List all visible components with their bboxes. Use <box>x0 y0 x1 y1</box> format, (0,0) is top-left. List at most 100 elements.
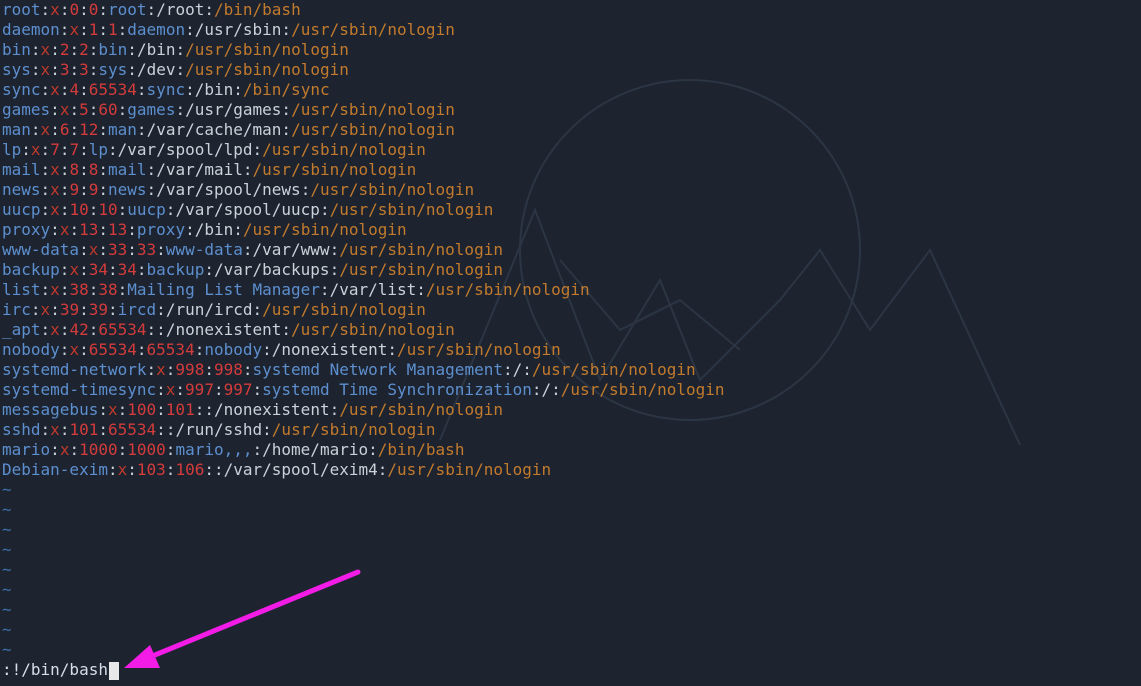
gid: 3 <box>79 60 89 79</box>
gecos: sys <box>98 60 128 79</box>
field-separator: : <box>146 0 157 19</box>
gid: 998 <box>213 360 243 379</box>
field-separator: : <box>522 360 532 379</box>
password-field: x <box>40 40 51 59</box>
field-separator: : <box>59 420 70 439</box>
password-field: x <box>88 240 99 259</box>
field-separator: : <box>165 440 176 459</box>
field-separator: : <box>117 200 128 219</box>
field-separator: : <box>88 280 99 299</box>
field-separator: : <box>108 140 118 159</box>
field-separator: : <box>156 240 166 259</box>
field-separator: : <box>98 240 108 259</box>
uid: 42 <box>69 320 89 339</box>
password-field: x <box>50 200 60 219</box>
field-separator: : <box>127 460 137 479</box>
field-separator: : <box>40 280 51 299</box>
field-separator: : <box>40 160 51 179</box>
passwd-line: mail:x:8:8:mail:/var/mail:/usr/sbin/nolo… <box>2 160 725 180</box>
field-separator: : <box>59 20 70 39</box>
field-separator: : <box>79 80 89 99</box>
username: _apt <box>2 320 41 339</box>
field-separator: : <box>79 240 89 259</box>
password-field: x <box>50 80 60 99</box>
field-separator: : <box>204 0 214 19</box>
empty-line-marker: ~ <box>2 480 12 499</box>
username: man <box>2 120 31 139</box>
home-dir: /dev <box>136 60 176 79</box>
field-separator: : <box>79 140 89 159</box>
field-separator: : <box>98 120 109 139</box>
uid: 1000 <box>79 440 118 459</box>
field-separator: : <box>156 320 166 339</box>
command-text[interactable]: :!/bin/bash <box>2 660 108 679</box>
home-dir: /root <box>156 0 205 19</box>
gid: 38 <box>98 280 118 299</box>
password-field: x <box>69 260 80 279</box>
field-separator: : <box>79 20 89 39</box>
field-separator: : <box>59 260 70 279</box>
password-field: x <box>50 320 60 339</box>
username: list <box>2 280 41 299</box>
passwd-line: systemd-timesync:x:997:997:systemd Time … <box>2 380 725 400</box>
field-separator: : <box>156 300 166 319</box>
field-separator: : <box>242 160 253 179</box>
gecos: daemon <box>127 20 186 39</box>
field-separator: : <box>551 380 561 399</box>
empty-line-marker: ~ <box>2 520 12 539</box>
gecos: root <box>108 0 147 19</box>
field-separator: : <box>40 80 51 99</box>
field-separator: : <box>69 40 80 59</box>
gecos: nobody <box>204 340 263 359</box>
field-separator: : <box>107 260 118 279</box>
field-separator: : <box>117 280 128 299</box>
field-separator: : <box>156 380 166 399</box>
uid: 10 <box>69 200 89 219</box>
gecos: mario,,, <box>175 440 253 459</box>
username: sshd <box>2 420 41 439</box>
empty-line-marker: ~ <box>2 560 12 579</box>
field-separator: : <box>194 400 205 419</box>
password-field: x <box>59 100 70 119</box>
field-separator: : <box>40 420 51 439</box>
passwd-line: uucp:x:10:10:uucp:/var/spool/uucp:/usr/s… <box>2 200 725 220</box>
field-separator: : <box>88 100 99 119</box>
field-separator: : <box>50 60 60 79</box>
uid: 65534 <box>88 340 137 359</box>
text-cursor <box>108 661 119 680</box>
field-separator: : <box>204 360 214 379</box>
uid: 998 <box>175 360 205 379</box>
field-separator: : <box>50 120 60 139</box>
uid: 100 <box>127 400 157 419</box>
home-dir: /run/sshd <box>175 420 263 439</box>
home-dir: /var/backups <box>213 260 330 279</box>
field-separator: : <box>30 40 41 59</box>
home-dir: /var/spool/lpd <box>117 140 253 159</box>
passwd-line: nobody:x:65534:65534:nobody:/nonexistent… <box>2 340 725 360</box>
password-field: x <box>40 60 51 79</box>
field-separator: : <box>50 220 60 239</box>
field-separator: : <box>98 160 109 179</box>
empty-line-marker: ~ <box>2 580 12 599</box>
username: games <box>2 100 51 119</box>
password-field: x <box>69 340 80 359</box>
passwd-line: systemd-network:x:998:998:systemd Networ… <box>2 360 725 380</box>
field-separator: : <box>262 340 272 359</box>
field-separator: : <box>50 440 60 459</box>
uid: 4 <box>69 80 80 99</box>
field-separator: : <box>98 0 109 19</box>
login-shell: /bin/sync <box>242 80 330 99</box>
gid: 9 <box>88 180 99 199</box>
vim-command-line[interactable]: :!/bin/bash <box>2 660 119 680</box>
uid: 101 <box>69 420 99 439</box>
login-shell: /usr/sbin/nologin <box>329 200 494 219</box>
vim-buffer[interactable]: root:x:0:0:root:/root:/bin/bash daemon:x:… <box>2 0 725 660</box>
field-separator: : <box>233 80 243 99</box>
field-separator: : <box>175 40 186 59</box>
passwd-line: sshd:x:101:65534::/run/sshd:/usr/sbin/no… <box>2 420 725 440</box>
password-field: x <box>50 180 60 199</box>
uid: 33 <box>107 240 128 259</box>
field-separator: : <box>204 400 214 419</box>
field-separator: : <box>213 380 224 399</box>
passwd-line: lp:x:7:7:lp:/var/spool/lpd:/usr/sbin/nol… <box>2 140 725 160</box>
